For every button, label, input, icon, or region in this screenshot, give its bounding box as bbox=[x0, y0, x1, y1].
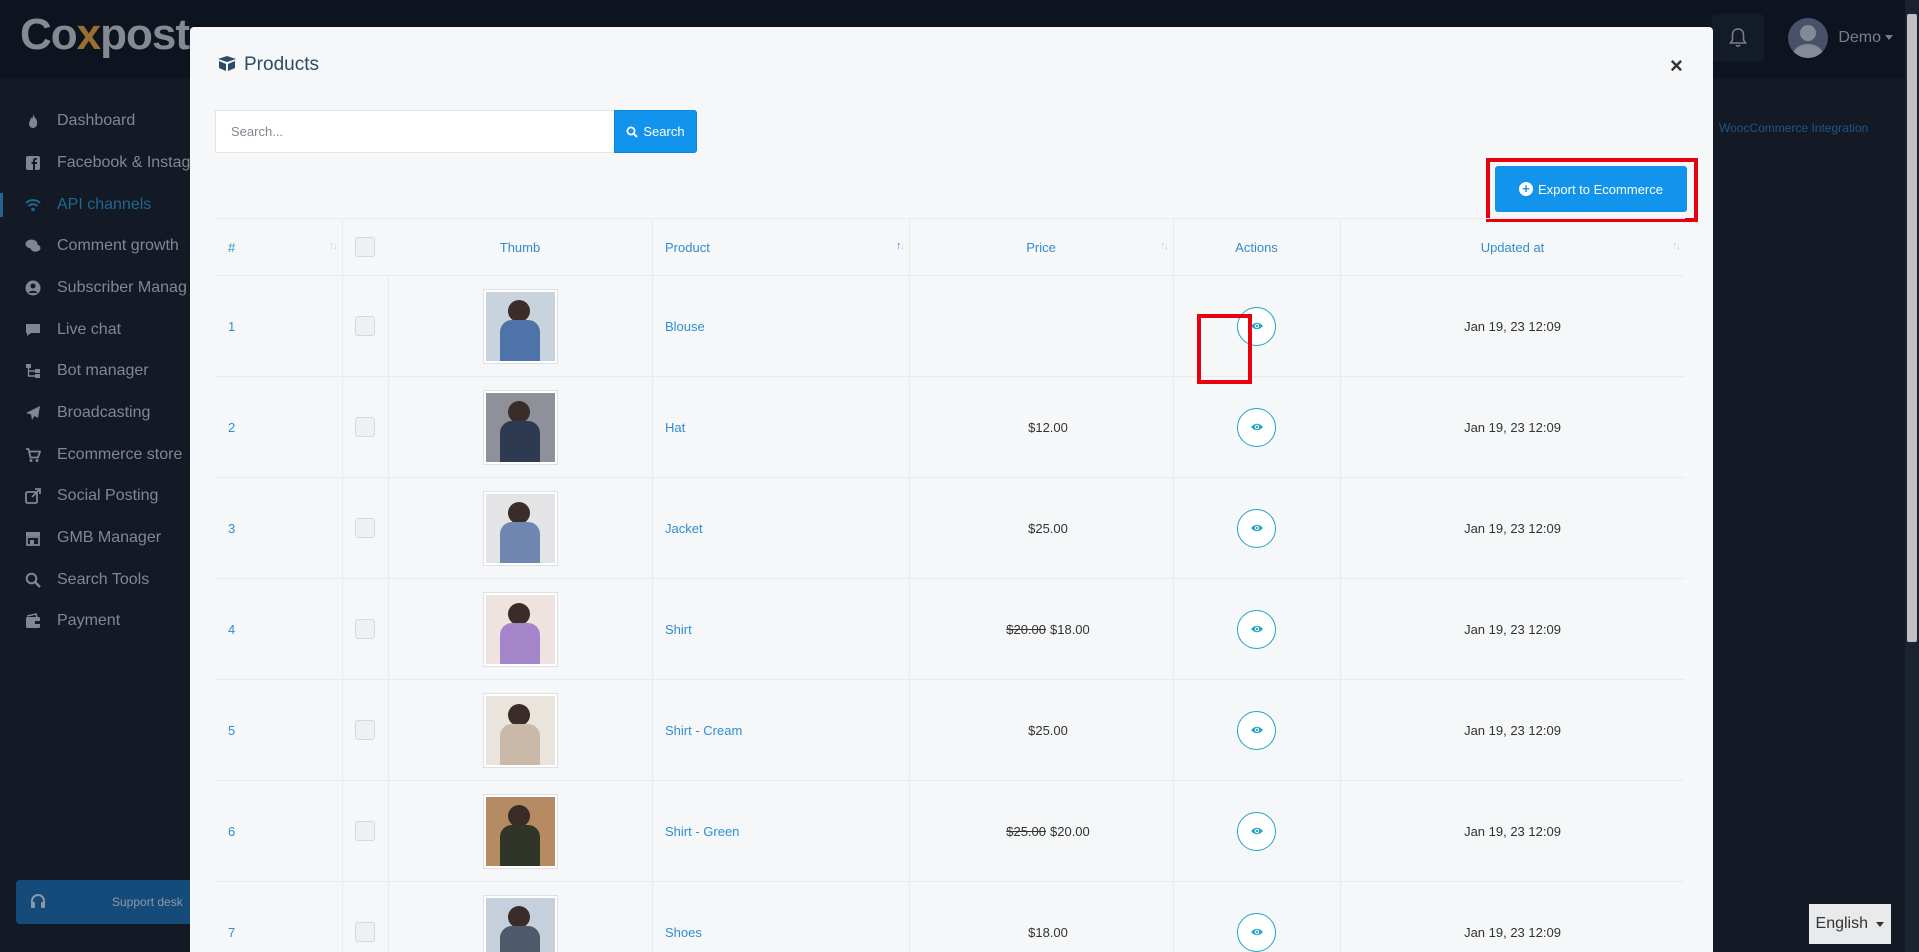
sort-asc-icon: ↑↓ bbox=[896, 240, 905, 252]
product-thumbnail[interactable] bbox=[482, 692, 558, 768]
price-cell: $25.00 bbox=[909, 680, 1173, 780]
column-header-product[interactable]: Product ↑↓ bbox=[652, 219, 909, 275]
products-modal: Products × Search + Export to Ecommerce … bbox=[190, 27, 1713, 952]
eye-icon bbox=[1250, 824, 1264, 839]
price-cell: $25.00 $20.00 bbox=[909, 781, 1173, 881]
table-row: 7 Shoes $18.00 Jan 19, 23 12:09 bbox=[215, 881, 1685, 952]
product-name-link[interactable]: Shirt - Cream bbox=[665, 723, 742, 738]
plus-circle-icon: + bbox=[1519, 182, 1533, 196]
column-header-actions: Actions bbox=[1235, 239, 1278, 255]
search-input[interactable] bbox=[215, 110, 615, 153]
product-name-link[interactable]: Shirt bbox=[665, 622, 692, 637]
column-header-thumb: Thumb bbox=[499, 239, 541, 255]
product-name-link[interactable]: Shoes bbox=[665, 925, 702, 940]
updated-at: Jan 19, 23 12:09 bbox=[1464, 419, 1561, 435]
product-thumbnail[interactable] bbox=[482, 490, 558, 566]
price: $20.00 bbox=[1050, 823, 1090, 839]
view-product-button[interactable] bbox=[1237, 508, 1276, 548]
select-all-cell bbox=[342, 219, 388, 275]
price: $18.00 bbox=[1028, 924, 1068, 940]
product-name-link[interactable]: Blouse bbox=[665, 319, 705, 334]
row-checkbox[interactable] bbox=[355, 720, 375, 740]
row-checkbox[interactable] bbox=[355, 922, 375, 942]
eye-icon bbox=[1250, 420, 1264, 435]
row-number: 3 bbox=[228, 520, 236, 536]
sort-icon: ↑↓ bbox=[329, 240, 338, 252]
price-cell: $25.00 bbox=[909, 478, 1173, 578]
updated-at: Jan 19, 23 12:09 bbox=[1464, 621, 1561, 637]
view-product-button[interactable] bbox=[1237, 407, 1276, 447]
language-selector[interactable]: English bbox=[1809, 904, 1891, 944]
row-checkbox[interactable] bbox=[355, 518, 375, 538]
row-number: 2 bbox=[228, 419, 236, 435]
price: $12.00 bbox=[1028, 419, 1068, 435]
view-product-button[interactable] bbox=[1237, 710, 1276, 750]
modal-header: Products bbox=[216, 53, 319, 77]
export-to-ecommerce-button[interactable]: + Export to Ecommerce bbox=[1495, 166, 1687, 212]
products-table: # ↑↓ Thumb Product ↑↓ Price ↑↓ Actions U… bbox=[215, 218, 1685, 952]
sort-icon: ↑↓ bbox=[1672, 240, 1681, 252]
price-cell: $12.00 bbox=[909, 377, 1173, 477]
old-price: $20.00 bbox=[1006, 621, 1046, 637]
row-checkbox[interactable] bbox=[355, 821, 375, 841]
row-number: 4 bbox=[228, 621, 236, 637]
column-header-updated-at[interactable]: Updated at ↑↓ bbox=[1340, 219, 1685, 275]
table-row: 3 Jacket $25.00 Jan 19, 23 12:09 bbox=[215, 477, 1685, 578]
table-row: 6 Shirt - Green $25.00 $20.00 Jan 19, 23 12:… bbox=[215, 780, 1685, 881]
old-price: $25.00 bbox=[1006, 823, 1046, 839]
product-thumbnail[interactable] bbox=[482, 793, 558, 869]
sort-icon: ↑↓ bbox=[1160, 240, 1169, 252]
updated-at: Jan 19, 23 12:09 bbox=[1464, 924, 1561, 940]
price-cell: $20.00 $18.00 bbox=[909, 579, 1173, 679]
box-open-icon bbox=[216, 54, 238, 77]
view-product-button[interactable] bbox=[1237, 912, 1276, 952]
updated-at: Jan 19, 23 12:09 bbox=[1464, 823, 1561, 839]
table-row: 4 Shirt $20.00 $18.00 Jan 19, 23 12:09 bbox=[215, 578, 1685, 679]
eye-icon bbox=[1250, 723, 1264, 738]
price: $25.00 bbox=[1028, 520, 1068, 536]
product-thumbnail[interactable] bbox=[482, 288, 558, 364]
row-checkbox[interactable] bbox=[355, 316, 375, 336]
eye-icon bbox=[1250, 521, 1264, 536]
view-product-button[interactable] bbox=[1237, 609, 1276, 649]
product-thumbnail[interactable] bbox=[482, 591, 558, 667]
row-number: 1 bbox=[228, 318, 236, 334]
table-row: 1 Blouse Jan 19, 23 12:09 bbox=[215, 275, 1685, 376]
close-icon[interactable]: × bbox=[1670, 55, 1683, 77]
price-cell: $18.00 bbox=[909, 882, 1173, 952]
row-number: 5 bbox=[228, 722, 236, 738]
updated-at: Jan 19, 23 12:09 bbox=[1464, 722, 1561, 738]
price: $25.00 bbox=[1028, 722, 1068, 738]
select-all-checkbox[interactable] bbox=[355, 237, 375, 257]
price-cell bbox=[909, 276, 1173, 376]
product-name-link[interactable]: Jacket bbox=[665, 521, 703, 536]
column-header-number[interactable]: # ↑↓ bbox=[215, 219, 342, 275]
row-checkbox[interactable] bbox=[355, 417, 375, 437]
view-highlight-box bbox=[1197, 314, 1252, 384]
table-header: # ↑↓ Thumb Product ↑↓ Price ↑↓ Actions U… bbox=[215, 219, 1685, 275]
modal-title: Products bbox=[244, 54, 319, 75]
eye-icon bbox=[1250, 622, 1264, 637]
search-button[interactable]: Search bbox=[614, 110, 697, 153]
eye-icon bbox=[1250, 925, 1264, 940]
updated-at: Jan 19, 23 12:09 bbox=[1464, 318, 1561, 334]
row-number: 7 bbox=[228, 924, 236, 940]
product-thumbnail[interactable] bbox=[482, 894, 558, 952]
table-row: 2 Hat $12.00 Jan 19, 23 12:09 bbox=[215, 376, 1685, 477]
chevron-down-icon bbox=[1876, 921, 1885, 927]
row-checkbox[interactable] bbox=[355, 619, 375, 639]
column-header-price[interactable]: Price ↑↓ bbox=[909, 219, 1173, 275]
price: $18.00 bbox=[1050, 621, 1090, 637]
product-thumbnail[interactable] bbox=[482, 389, 558, 465]
product-name-link[interactable]: Hat bbox=[665, 420, 685, 435]
product-name-link[interactable]: Shirt - Green bbox=[665, 824, 739, 839]
row-number: 6 bbox=[228, 823, 236, 839]
search-icon bbox=[626, 126, 639, 138]
updated-at: Jan 19, 23 12:09 bbox=[1464, 520, 1561, 536]
view-product-button[interactable] bbox=[1237, 811, 1276, 851]
scrollbar-thumb[interactable] bbox=[1907, 14, 1917, 642]
table-row: 5 Shirt - Cream $25.00 Jan 19, 23 12:09 bbox=[215, 679, 1685, 780]
